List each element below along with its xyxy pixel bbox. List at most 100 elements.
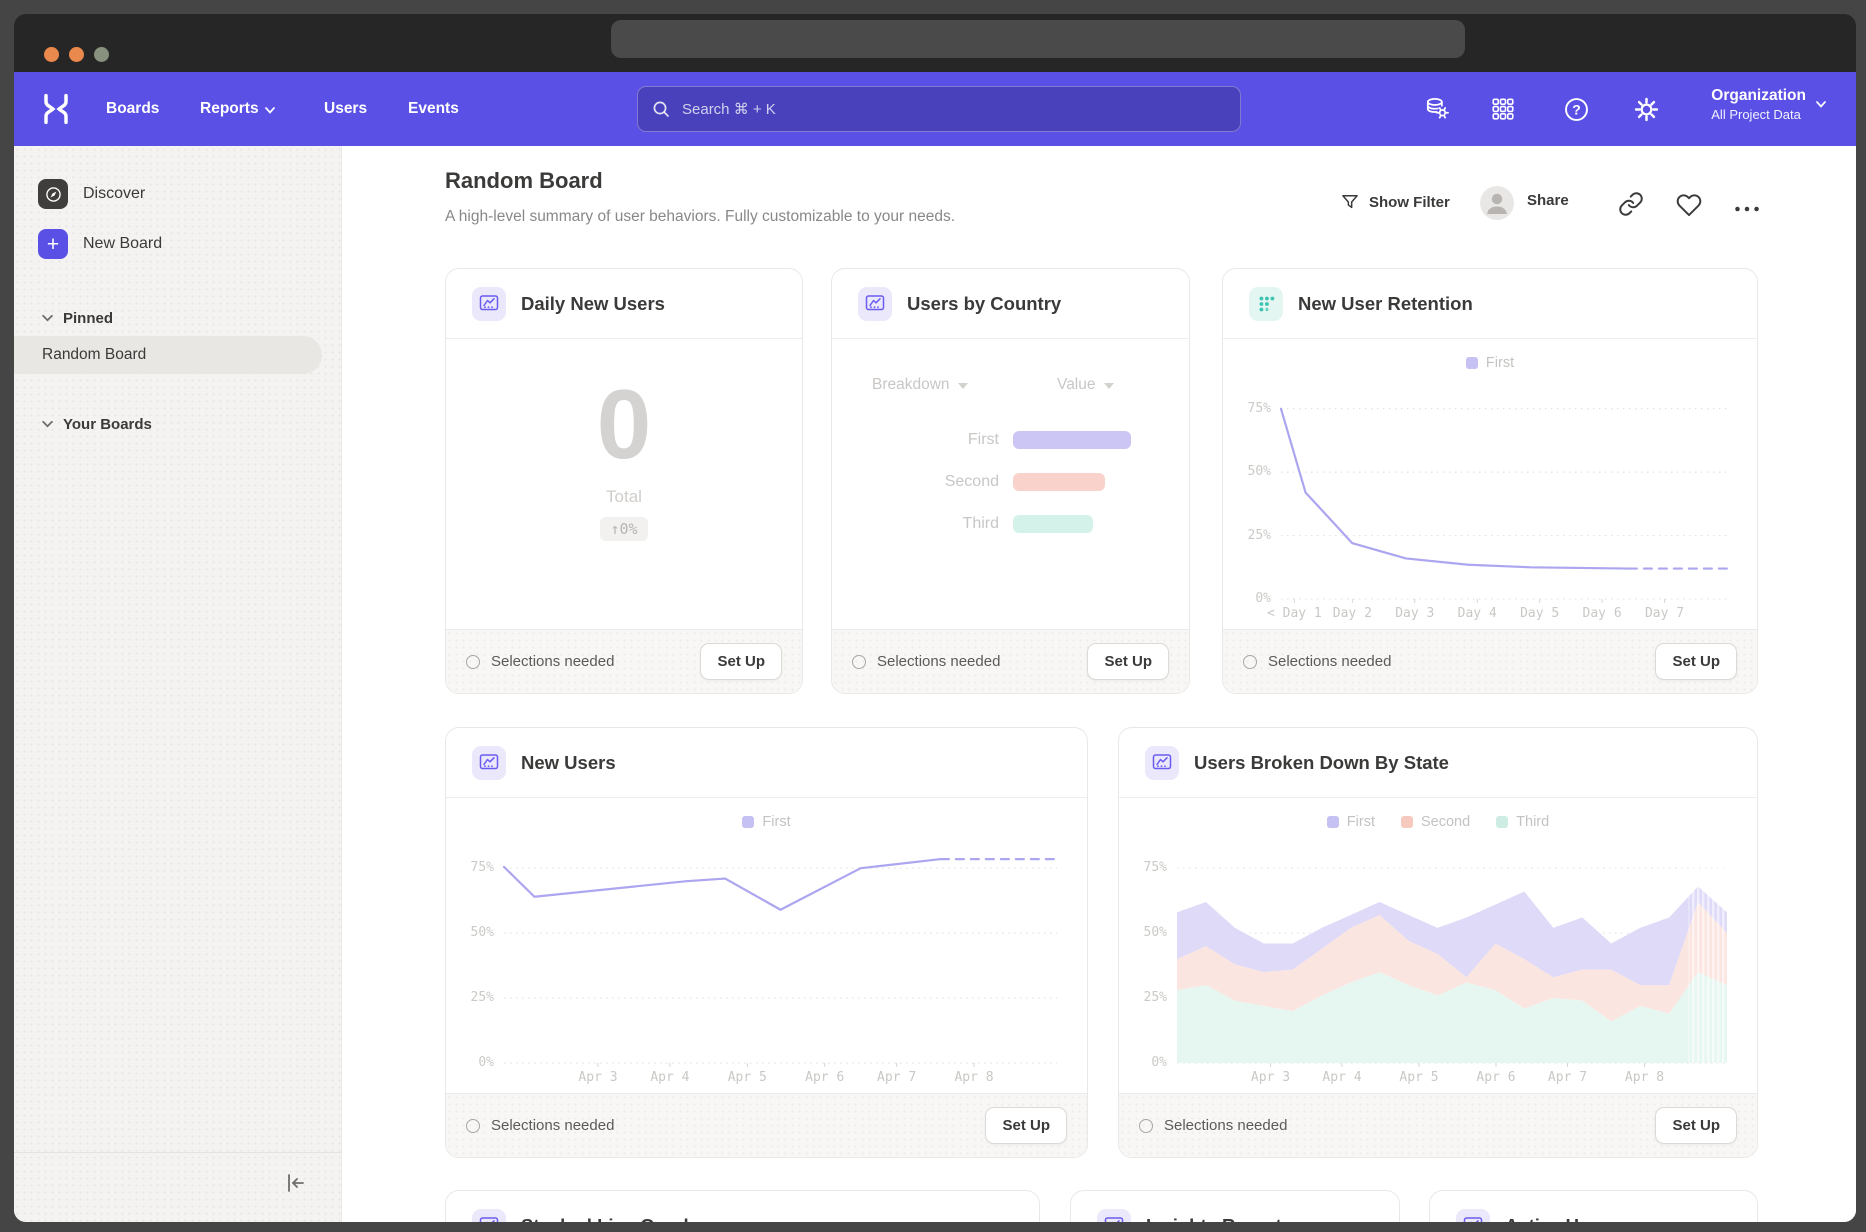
card-title: Users Broken Down By State bbox=[1194, 752, 1449, 774]
show-filter-button[interactable]: Show Filter bbox=[1340, 192, 1450, 212]
person-icon bbox=[1480, 186, 1514, 220]
sidebar-section-pinned[interactable]: Pinned bbox=[42, 306, 113, 330]
status-text: Selections needed bbox=[1268, 653, 1644, 670]
y-axis-label: 25% bbox=[1127, 990, 1167, 1005]
copy-link-button[interactable] bbox=[1618, 191, 1644, 217]
nav-item-boards[interactable]: Boards bbox=[106, 72, 159, 146]
y-axis-label: 0% bbox=[454, 1055, 494, 1070]
legend-label: Second bbox=[1421, 814, 1470, 830]
sidebar-section-label: Pinned bbox=[63, 310, 113, 327]
favorite-heart-button[interactable] bbox=[1676, 191, 1702, 217]
nav-item-users[interactable]: Users bbox=[324, 72, 367, 146]
top-navbar: Boards Reports Users Events bbox=[14, 72, 1856, 146]
window-close-button[interactable] bbox=[44, 47, 59, 62]
settings-gear-icon bbox=[1633, 96, 1660, 123]
sidebar-section-your-boards[interactable]: Your Boards bbox=[42, 412, 152, 436]
new-users-line-chart: 75%50%25%0%Apr 3Apr 4Apr 5Apr 6Apr 7Apr … bbox=[454, 842, 1073, 1089]
settings-button[interactable] bbox=[1631, 94, 1661, 124]
org-switcher[interactable]: Organization All Project Data bbox=[1711, 85, 1826, 122]
y-axis-label: 0% bbox=[1231, 591, 1271, 606]
line-chart-icon bbox=[1145, 746, 1179, 780]
status-circle-icon bbox=[466, 1119, 480, 1133]
card-header: New User Retention bbox=[1223, 269, 1757, 339]
setup-button[interactable]: Set Up bbox=[1655, 1107, 1737, 1144]
setup-button[interactable]: Set Up bbox=[1087, 643, 1169, 680]
data-governance-button[interactable] bbox=[1422, 94, 1452, 124]
search-input[interactable] bbox=[680, 100, 1226, 119]
column-header-value[interactable]: Value bbox=[1057, 376, 1114, 394]
sidebar-item-label: Random Board bbox=[42, 346, 146, 364]
legend-swatch bbox=[1401, 816, 1413, 828]
chart-legend: First bbox=[1223, 351, 1757, 375]
card-footer: Selections needed Set Up bbox=[446, 1093, 1087, 1157]
address-bar[interactable] bbox=[611, 20, 1465, 58]
breakdown-value-bar bbox=[1013, 473, 1105, 491]
card-header: Active Users bbox=[1430, 1191, 1757, 1222]
status-circle-icon bbox=[1243, 655, 1257, 669]
legend-label: First bbox=[1486, 355, 1514, 371]
retention-line-chart: 75%50%25%0%< Day 1Day 2Day 3Day 4Day 5Da… bbox=[1231, 383, 1743, 625]
board-content: Random Board A high-level summary of use… bbox=[342, 146, 1856, 1222]
setup-button[interactable]: Set Up bbox=[1655, 643, 1737, 680]
line-chart-icon bbox=[472, 746, 506, 780]
chevron-down-icon bbox=[1104, 383, 1114, 389]
breakdown-row: First bbox=[832, 419, 1189, 461]
legend-swatch bbox=[1327, 816, 1339, 828]
y-axis-label: 50% bbox=[1231, 464, 1271, 479]
setup-button[interactable]: Set Up bbox=[700, 643, 782, 680]
x-axis-label: Day 7 bbox=[1620, 606, 1710, 621]
sidebar-item-new-board[interactable]: + New Board bbox=[38, 226, 162, 262]
card-title: Daily New Users bbox=[521, 293, 665, 315]
sidebar-item-discover[interactable]: Discover bbox=[38, 176, 145, 212]
line-chart-icon bbox=[472, 1209, 506, 1222]
sidebar-item-random-board[interactable]: Random Board bbox=[14, 336, 322, 374]
column-header-breakdown[interactable]: Breakdown bbox=[872, 376, 968, 394]
x-axis-label: Apr 8 bbox=[929, 1070, 1019, 1085]
card-header: Users Broken Down By State bbox=[1119, 728, 1757, 798]
more-options-button[interactable] bbox=[1734, 196, 1760, 222]
avatar[interactable] bbox=[1480, 186, 1514, 220]
retention-dots-icon bbox=[1249, 287, 1283, 321]
status-text: Selections needed bbox=[491, 653, 689, 670]
card-active-users: Active Users bbox=[1429, 1190, 1758, 1222]
y-axis-label: 50% bbox=[1127, 925, 1167, 940]
legend-swatch bbox=[1496, 816, 1508, 828]
card-title: Active Users bbox=[1505, 1215, 1617, 1222]
x-axis-label: Apr 8 bbox=[1600, 1070, 1690, 1085]
breakdown-row-label: Third bbox=[963, 515, 999, 533]
sidebar-collapse-button[interactable] bbox=[280, 1168, 310, 1198]
nav-item-reports[interactable]: Reports bbox=[200, 72, 275, 146]
chevron-down-icon bbox=[42, 420, 53, 428]
breakdown-row: Third bbox=[832, 503, 1189, 545]
line-chart-icon bbox=[858, 287, 892, 321]
compass-icon bbox=[38, 179, 68, 209]
card-users-by-country: Users by Country Breakdown Value FirstSe bbox=[831, 268, 1190, 694]
card-title: New User Retention bbox=[1298, 293, 1473, 315]
legend-item: First bbox=[742, 814, 790, 830]
nav-item-label: Users bbox=[324, 100, 367, 118]
sidebar: Discover + New Board Pinned Random Board… bbox=[14, 146, 342, 1222]
database-gear-icon bbox=[1424, 96, 1450, 122]
svg-text:?: ? bbox=[1572, 101, 1581, 117]
share-button[interactable]: Share bbox=[1527, 192, 1569, 209]
setup-button[interactable]: Set Up bbox=[985, 1107, 1067, 1144]
sidebar-item-label: New Board bbox=[83, 235, 162, 253]
card-footer: Selections needed Set Up bbox=[1119, 1093, 1757, 1157]
window-minimize-button[interactable] bbox=[69, 47, 84, 62]
legend-swatch bbox=[742, 816, 754, 828]
nav-item-events[interactable]: Events bbox=[408, 72, 459, 146]
window-zoom-button[interactable] bbox=[94, 47, 109, 62]
legend-label: First bbox=[762, 814, 790, 830]
line-chart-icon bbox=[1097, 1209, 1131, 1222]
sidebar-item-label: Discover bbox=[83, 185, 145, 203]
help-button[interactable]: ? bbox=[1561, 94, 1591, 124]
breakdown-row: Second bbox=[832, 461, 1189, 503]
mixpanel-logo[interactable] bbox=[40, 93, 72, 125]
chevron-down-icon bbox=[1816, 101, 1826, 108]
apps-grid-button[interactable] bbox=[1488, 94, 1518, 124]
legend-item: First bbox=[1327, 814, 1375, 830]
collapse-left-icon bbox=[283, 1171, 307, 1195]
global-search[interactable] bbox=[637, 86, 1241, 132]
legend-label: First bbox=[1347, 814, 1375, 830]
y-axis-label: 0% bbox=[1127, 1055, 1167, 1070]
